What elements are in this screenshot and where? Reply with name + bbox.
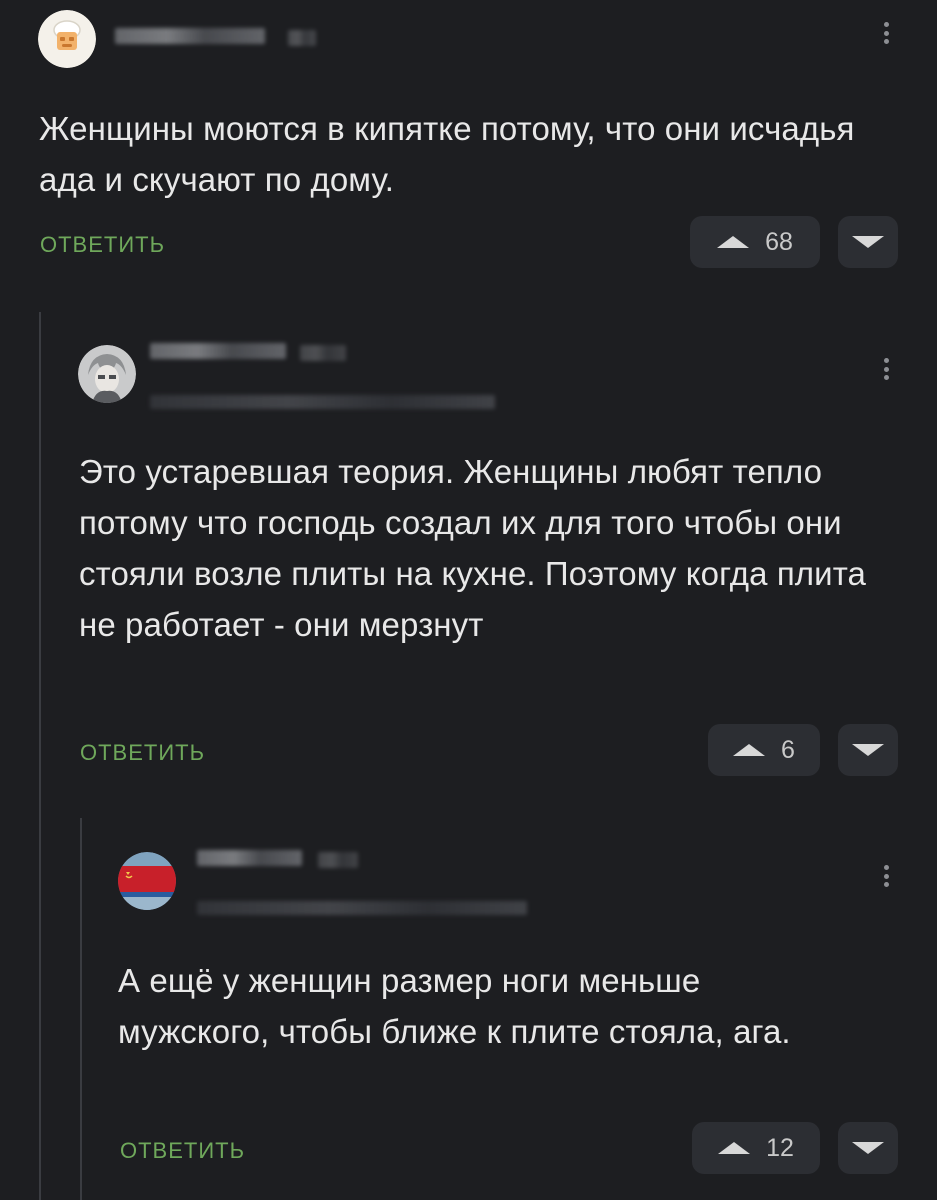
upvote-arrow-icon [717,236,750,248]
anime-character-avatar-icon[interactable] [78,345,136,403]
upvote-button[interactable]: 6 [708,724,820,776]
comment-text: Женщины моются в кипятке потому, что они… [39,110,855,198]
upvote-arrow-icon [733,744,766,756]
downvote-arrow-icon [852,1142,884,1154]
flag-avatar-icon[interactable] [118,852,176,910]
username-redacted-suffix [300,345,346,361]
reply-button[interactable]: ОТВЕТИТЬ [120,1138,245,1164]
username-redacted-suffix [318,852,358,868]
comment-meta-redacted [197,901,527,915]
downvote-arrow-icon [852,236,884,248]
more-options-icon[interactable] [876,354,896,384]
thread-line-level-2 [80,818,82,1200]
rating-count: 12 [766,1133,794,1162]
username-redacted[interactable] [115,28,265,44]
thread-line-level-1 [39,312,41,1200]
chef-avatar-icon[interactable] [38,10,96,68]
downvote-arrow-icon [852,744,884,756]
more-options-icon[interactable] [876,18,896,48]
more-options-icon[interactable] [876,861,896,891]
username-redacted[interactable] [150,343,286,359]
username-redacted-suffix [288,30,316,46]
reply-button[interactable]: ОТВЕТИТЬ [40,232,165,258]
downvote-button[interactable] [838,724,898,776]
rating-count: 6 [781,735,795,764]
downvote-button[interactable] [838,216,898,268]
comment-text: Это устаревшая теория. Женщины любят теп… [79,453,866,643]
comment-text: А ещё у женщин размер ноги меньше мужско… [118,962,791,1050]
comment-thread: Женщины моются в кипятке потому, что они… [0,0,937,1200]
upvote-arrow-icon [718,1142,751,1154]
comment-meta-redacted [150,395,495,409]
upvote-button[interactable]: 68 [690,216,820,268]
username-redacted[interactable] [197,850,302,866]
reply-button[interactable]: ОТВЕТИТЬ [80,740,205,766]
upvote-button[interactable]: 12 [692,1122,820,1174]
downvote-button[interactable] [838,1122,898,1174]
rating-count: 68 [765,227,793,256]
